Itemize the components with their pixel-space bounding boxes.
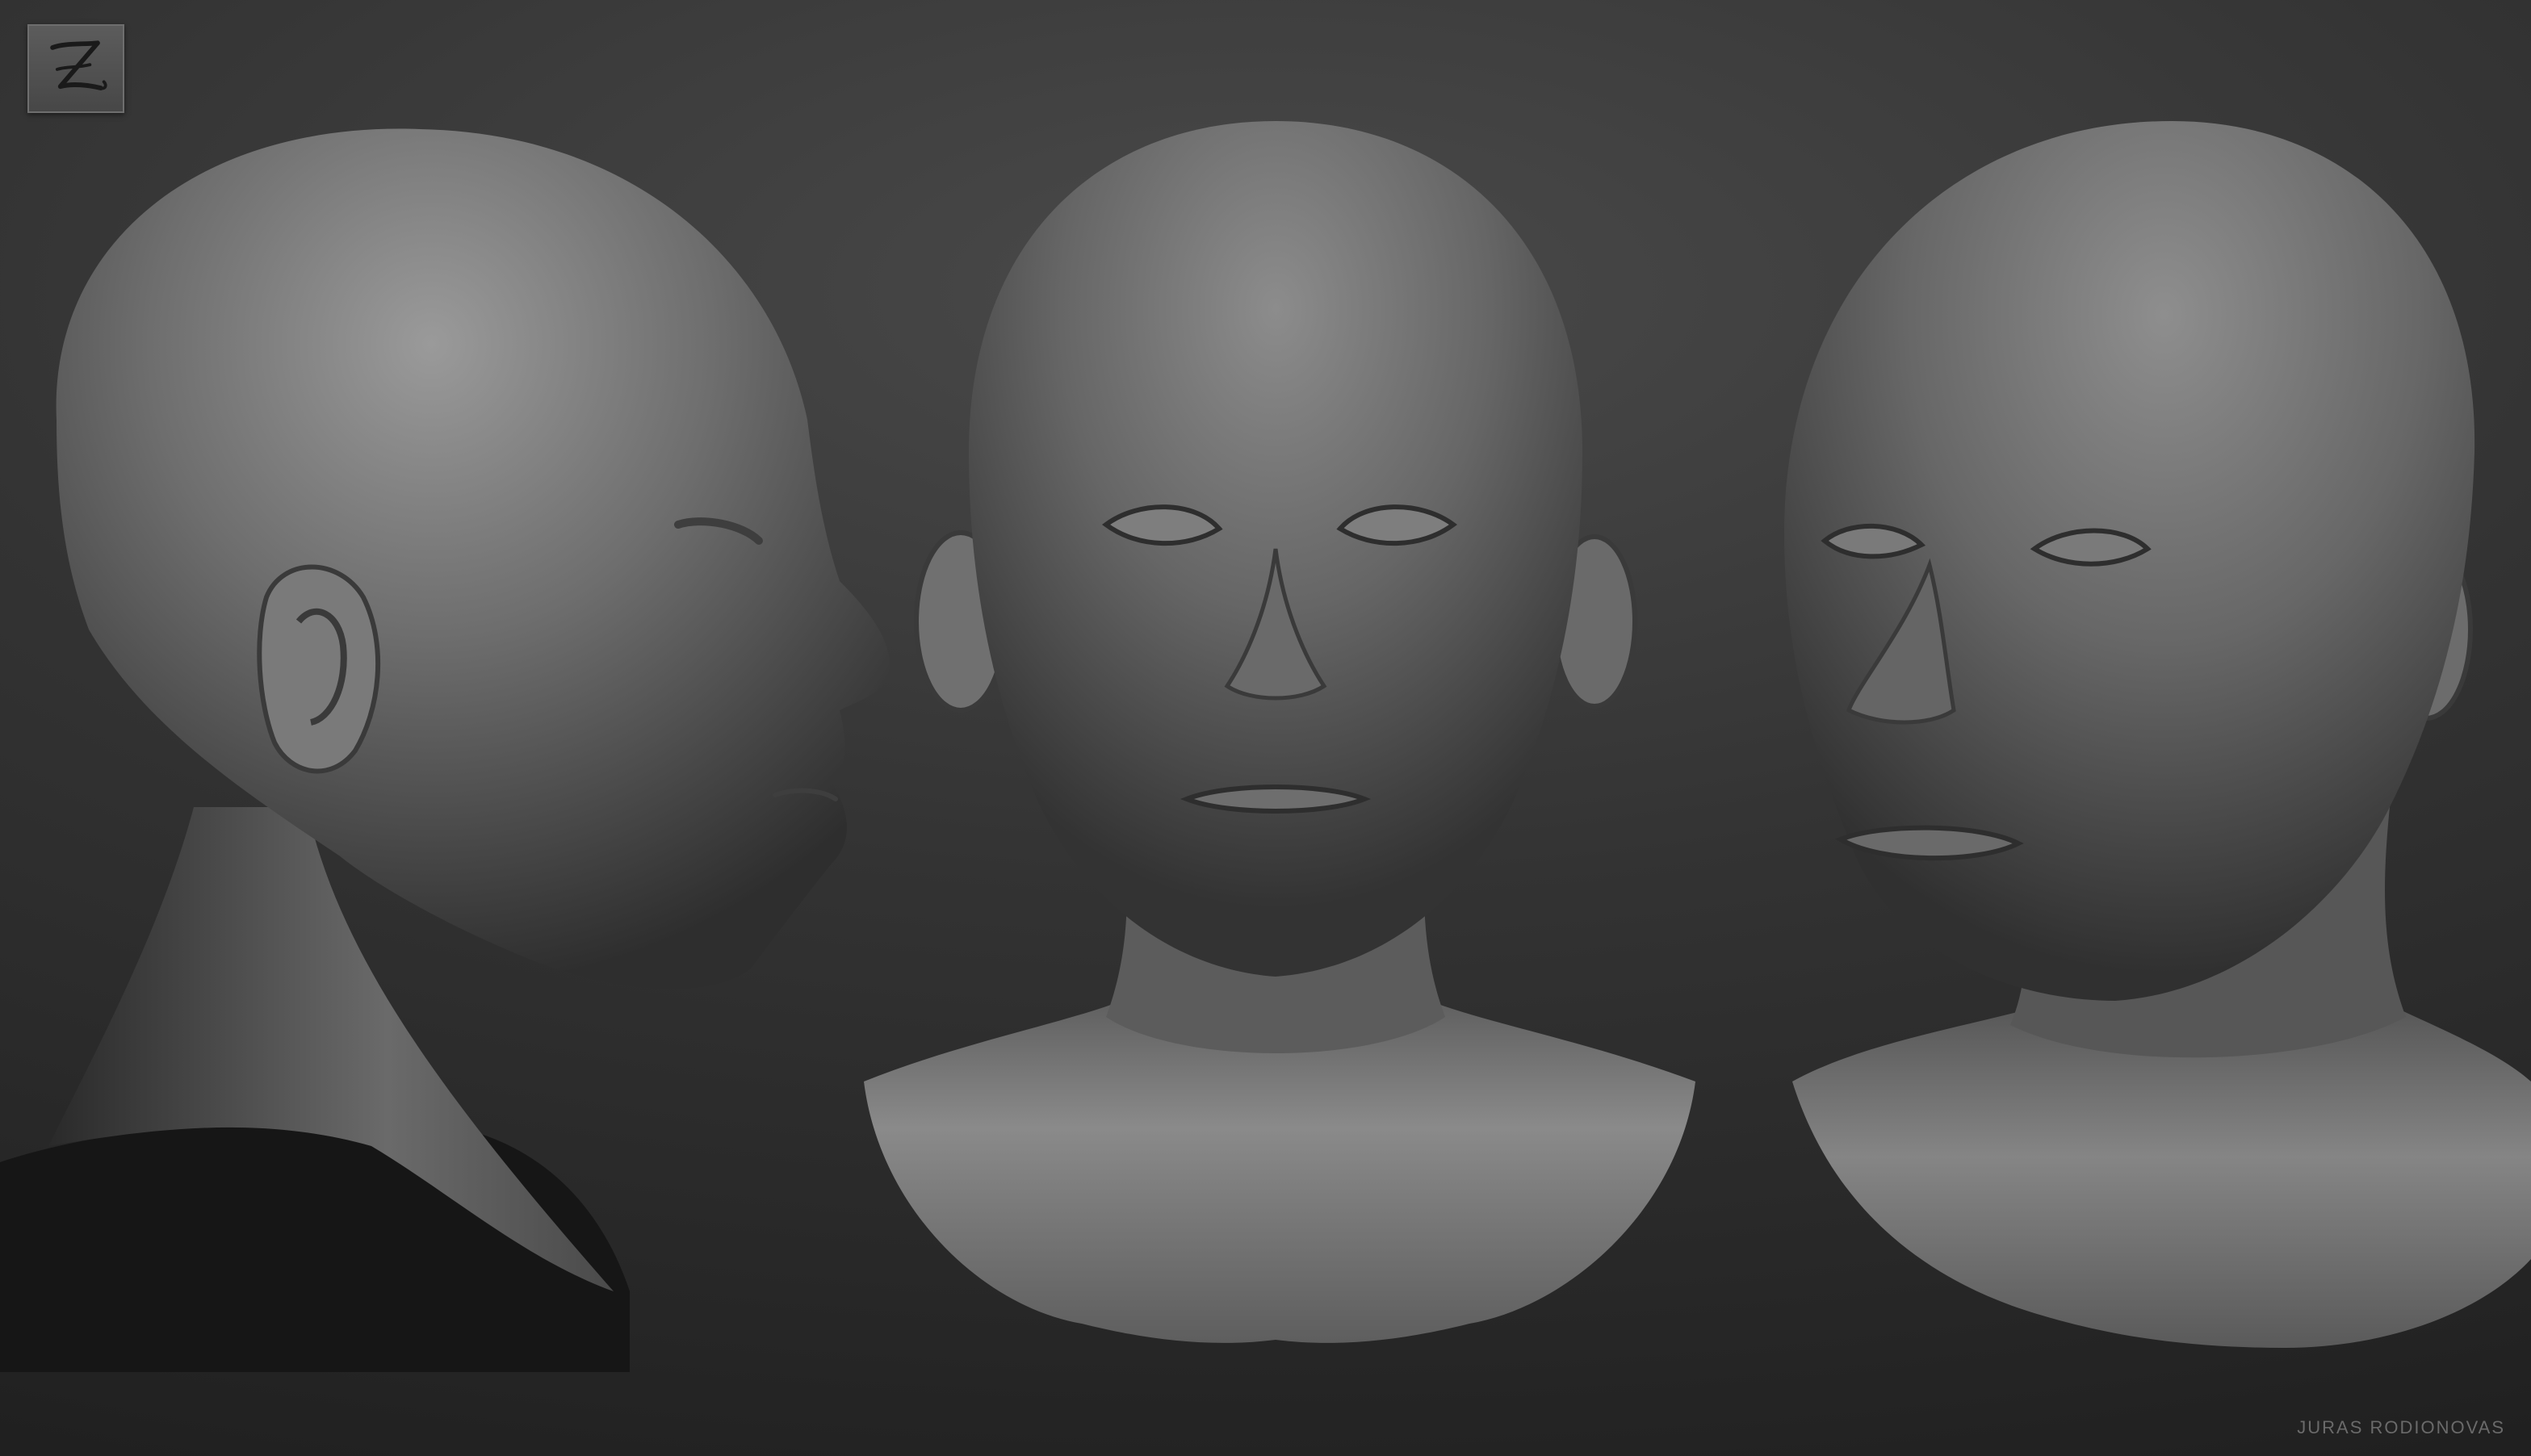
left-profile-view	[0, 0, 920, 1372]
sculpted-head-three-quarter	[1784, 121, 2531, 1348]
three-quarter-view	[1768, 0, 2531, 1372]
artist-credit: JURAS RODIONOVAS	[2297, 1417, 2505, 1437]
front-view	[840, 0, 1712, 1372]
render-canvas: JURAS RODIONOVAS	[0, 0, 2531, 1456]
sculpted-head-profile	[0, 128, 890, 1372]
sculpted-head-front	[864, 121, 1695, 1343]
